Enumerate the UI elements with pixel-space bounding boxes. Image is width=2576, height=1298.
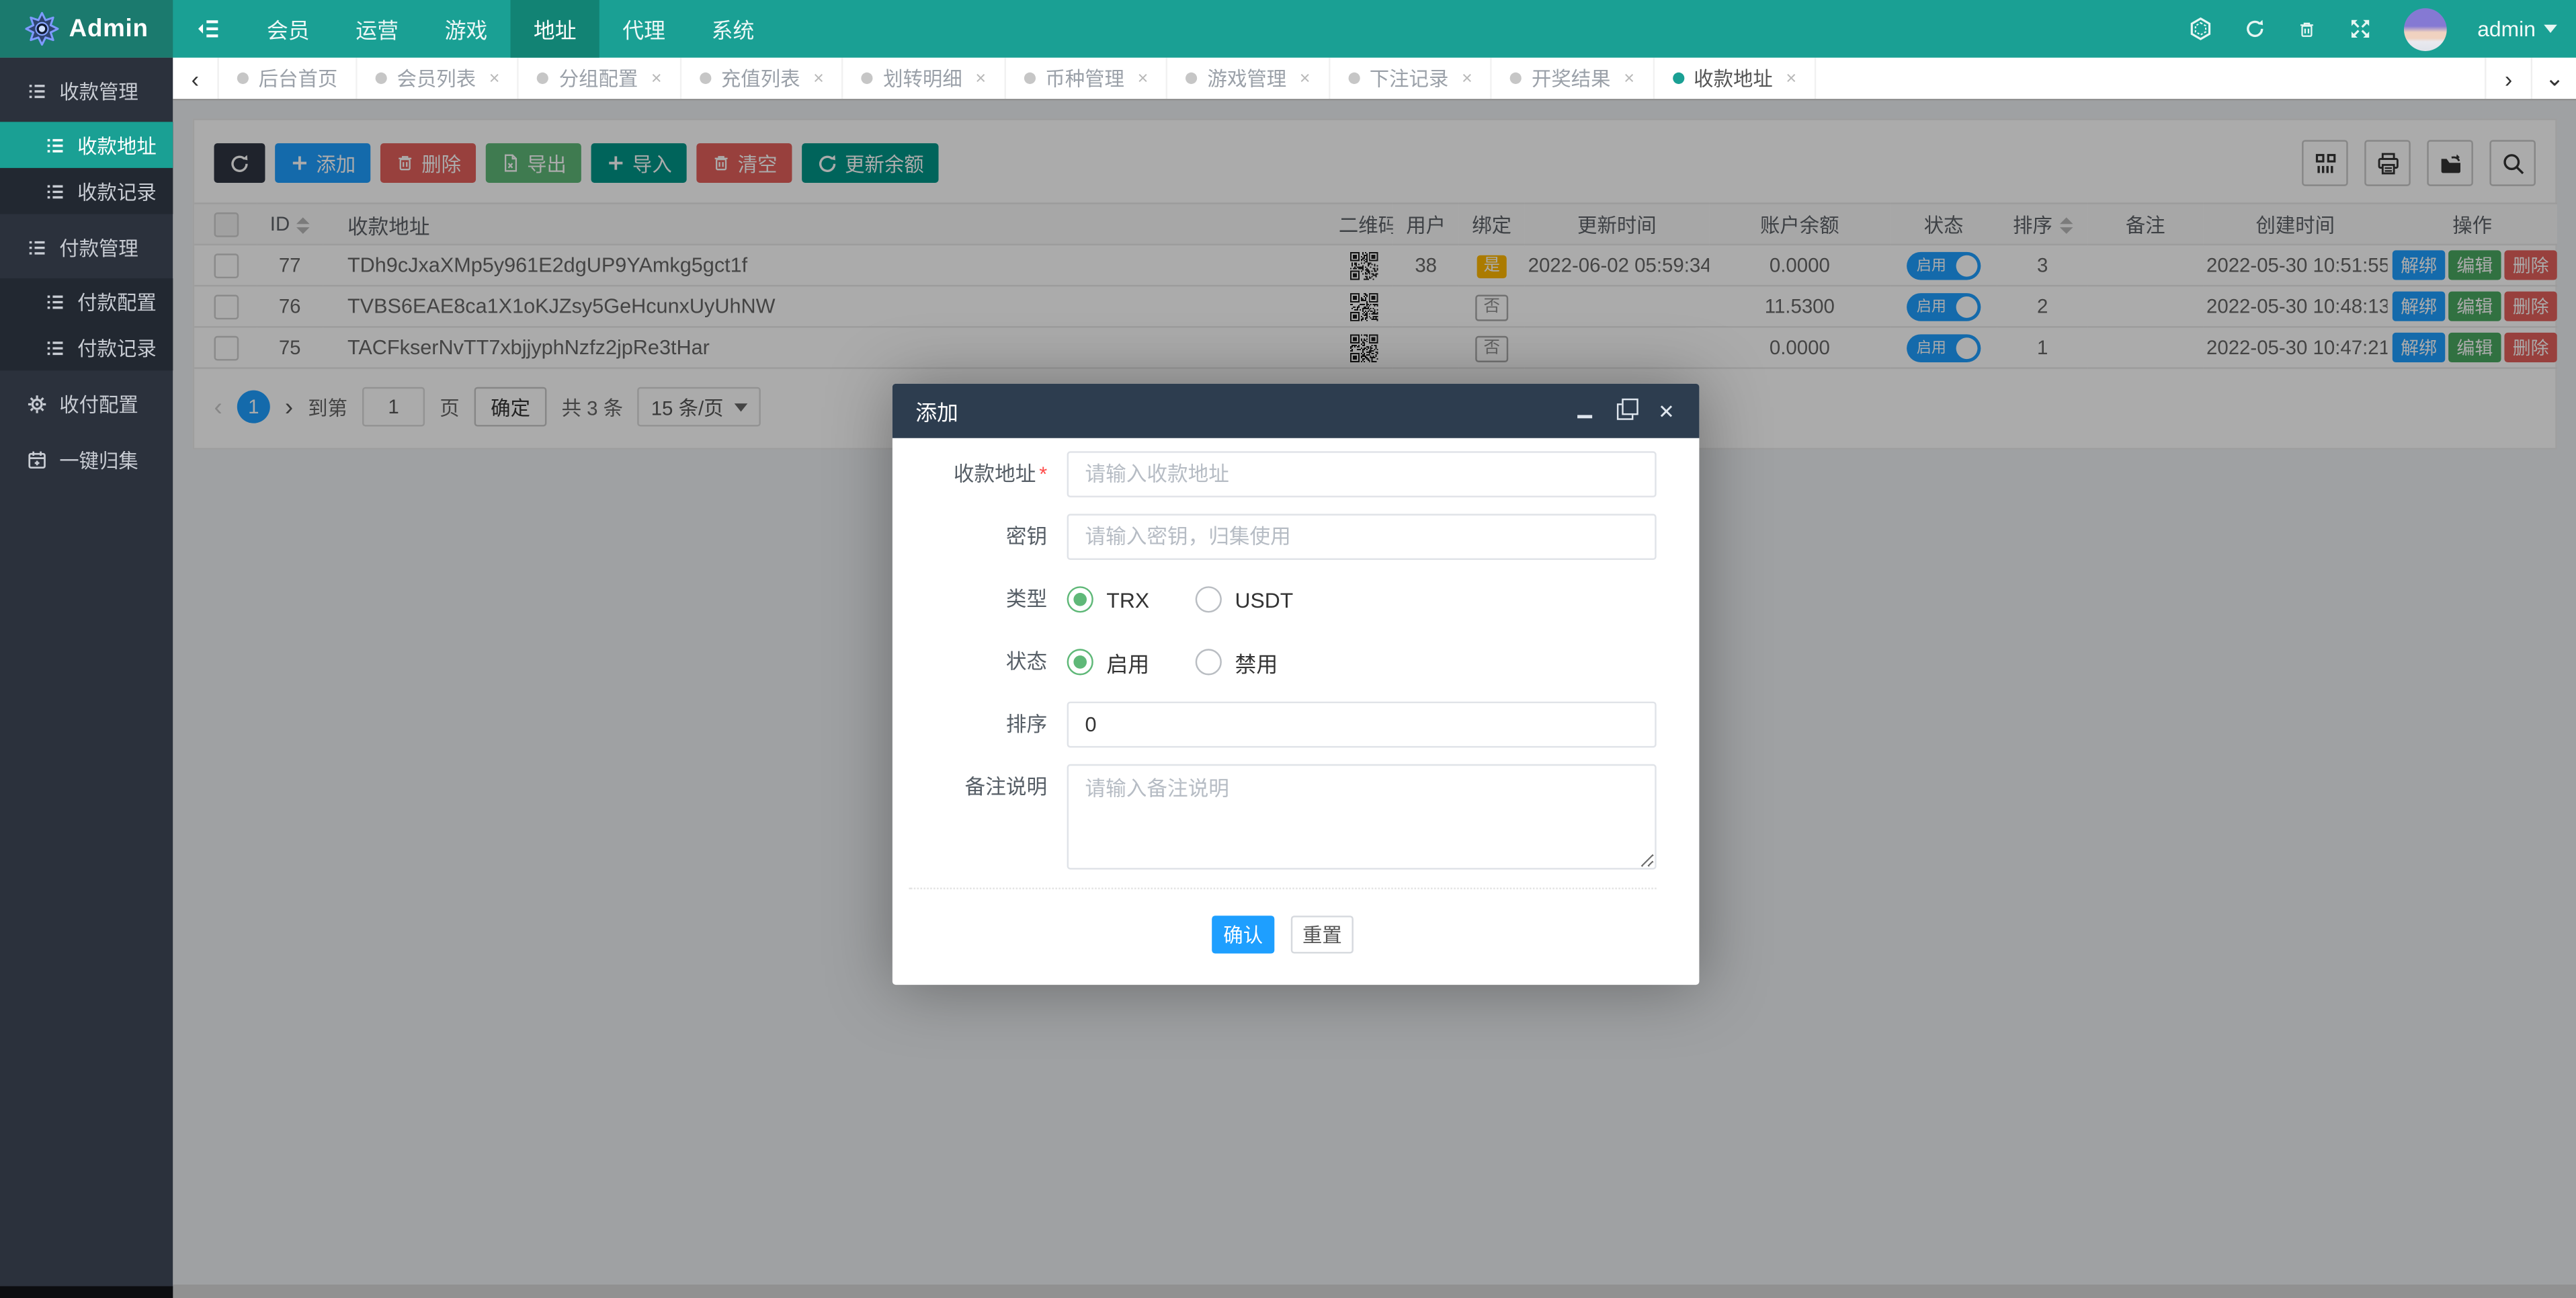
tab-dot [700, 72, 712, 84]
tab-bet-records[interactable]: 下注记录 × [1329, 57, 1493, 99]
list-icon [44, 337, 66, 358]
close-tab-icon[interactable]: × [1300, 69, 1311, 88]
tab-currency-mgmt[interactable]: 币种管理 × [1005, 57, 1168, 99]
tab-bar: ‹ 后台首页 会员列表 × 分组配置 × 充值列表 × 划转明细 × 币种管理 × 游戏管理 × 下注记录… [173, 57, 2576, 101]
confirm-button[interactable]: 确认 [1212, 916, 1275, 954]
sidebar-item-pay-config[interactable]: 收付配置 [0, 382, 173, 426]
address-input[interactable] [1067, 451, 1657, 497]
reset-button[interactable]: 重置 [1290, 916, 1354, 954]
tab-dot [1186, 72, 1198, 84]
nav-item-system[interactable]: 系统 [688, 0, 777, 58]
tab-dot [1024, 72, 1036, 84]
username: admin [2477, 16, 2536, 42]
tab-collection-address[interactable]: 收款地址 × [1654, 57, 1817, 99]
tab-group-config[interactable]: 分组配置 × [519, 57, 682, 99]
sidebar-item-collection-records[interactable]: 收款记录 [0, 168, 173, 214]
dialog-title: 添加 [915, 400, 958, 425]
close-tab-icon[interactable]: × [1786, 69, 1796, 88]
avatar[interactable] [2403, 7, 2446, 50]
list-icon [26, 81, 48, 102]
tabs-scroll-left-button[interactable]: ‹ [173, 57, 219, 99]
dialog-form: 收款地址* 密钥 类型 TRX USDT 状态 启用 禁用 [892, 438, 1700, 985]
status-radio-disabled[interactable]: 禁用 [1195, 647, 1278, 678]
maximize-icon[interactable] [1615, 397, 1638, 421]
app-root: Admin 会员 运营 游戏 地址 代理 系统 admin 收款管理收款地址 收款记录付款管… [0, 0, 2576, 1298]
navbar-right: admin [2188, 0, 2576, 58]
secret-input[interactable] [1067, 514, 1657, 560]
main-menu: 会员 运营 游戏 地址 代理 系统 [244, 0, 778, 58]
sort-input[interactable] [1067, 701, 1657, 748]
tab-dot [237, 72, 249, 84]
list-icon [26, 237, 48, 259]
collapse-menu-icon[interactable] [173, 0, 243, 58]
status-radio-enabled[interactable]: 启用 [1067, 647, 1149, 678]
tabs-menu-button[interactable]: ⌄ [2530, 57, 2576, 99]
trash-icon[interactable] [2296, 19, 2316, 38]
user-menu[interactable]: admin [2477, 16, 2557, 42]
tab-dot [375, 72, 387, 84]
sidebar-item-payment-mgmt[interactable]: 付款管理 [0, 226, 173, 270]
fullscreen-icon[interactable] [2348, 17, 2372, 42]
tab-dot [537, 72, 549, 84]
nav-item-members[interactable]: 会员 [244, 0, 333, 58]
close-tab-icon[interactable]: × [975, 69, 986, 88]
sidebar: 收款管理收款地址 收款记录付款管理付款配置 付款记录收付配置一键归集 [0, 57, 173, 1298]
sidebar-item-collection-address[interactable]: 收款地址 [0, 122, 173, 168]
tab-member-list[interactable]: 会员列表 × [357, 57, 520, 99]
nav-item-address[interactable]: 地址 [510, 0, 599, 58]
tab-lottery-results[interactable]: 开奖结果 × [1492, 57, 1655, 99]
add-dialog: 添加 ✕ 收款地址* 密钥 类型 TRX USDT [892, 383, 1700, 985]
remark-textarea[interactable] [1067, 764, 1657, 870]
chevron-down-icon [2544, 24, 2557, 33]
refresh-icon[interactable] [2243, 18, 2265, 40]
nav-item-games[interactable]: 游戏 [421, 0, 510, 58]
brand: Admin [0, 0, 173, 58]
list-icon [44, 180, 66, 202]
minimize-icon[interactable] [1574, 401, 1593, 421]
close-tab-icon[interactable]: × [1624, 69, 1634, 88]
calendar-icon [26, 450, 48, 471]
tab-dot [862, 72, 874, 84]
type-radio-trx[interactable]: TRX [1067, 586, 1149, 613]
brand-text: Admin [69, 15, 149, 43]
top-navbar: Admin 会员 运营 游戏 地址 代理 系统 admin [0, 0, 2576, 58]
list-icon [44, 290, 66, 312]
tab-dot [1510, 72, 1522, 84]
tabs-scroll-right-button[interactable]: › [2485, 57, 2531, 99]
tab-transfer-detail[interactable]: 划转明细 × [843, 57, 1006, 99]
close-tab-icon[interactable]: × [813, 69, 824, 88]
gear-icon [26, 394, 48, 415]
close-tab-icon[interactable]: × [1462, 69, 1472, 88]
tab-game-mgmt[interactable]: 游戏管理 × [1167, 57, 1330, 99]
sidebar-item-payment-records[interactable]: 付款记录 [0, 325, 173, 371]
sidebar-bottom-strip [0, 1286, 173, 1298]
type-radio-usdt[interactable]: USDT [1195, 586, 1293, 613]
nav-item-agents[interactable]: 代理 [599, 0, 688, 58]
tab-home[interactable]: 后台首页 [218, 57, 358, 99]
sidebar-item-collection-mgmt[interactable]: 收款管理 [0, 69, 173, 114]
tab-dot [1672, 72, 1684, 84]
tab-dot [1347, 72, 1360, 84]
sidebar-item-one-key-collect[interactable]: 一键归集 [0, 438, 173, 483]
brand-logo-icon [25, 11, 59, 46]
required-asterisk: * [1039, 462, 1048, 486]
close-tab-icon[interactable]: × [1138, 69, 1149, 88]
dialog-titlebar: 添加 ✕ [892, 383, 1700, 438]
close-tab-icon[interactable]: × [489, 69, 500, 88]
hexagon-icon[interactable] [2188, 17, 2212, 42]
close-tab-icon[interactable]: × [651, 69, 662, 88]
tab-recharge-list[interactable]: 充值列表 × [681, 57, 844, 99]
nav-item-operations[interactable]: 运营 [333, 0, 421, 58]
close-icon[interactable]: ✕ [1657, 401, 1676, 421]
list-icon [44, 134, 66, 156]
sidebar-item-payment-config[interactable]: 付款配置 [0, 278, 173, 325]
